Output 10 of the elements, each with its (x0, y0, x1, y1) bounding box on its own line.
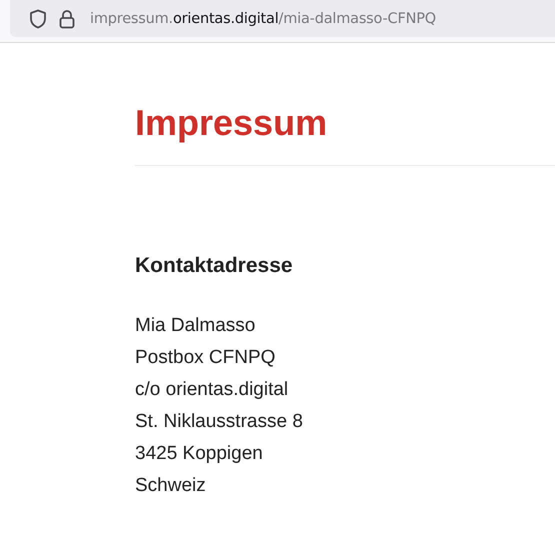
address-line: Postbox CFNPQ (135, 346, 276, 370)
lock-icon[interactable] (59, 8, 75, 28)
address-line: St. Niklausstrasse 8 (135, 410, 304, 434)
section-heading: Kontaktadresse (135, 253, 294, 279)
address-line: Mia Dalmasso (135, 314, 256, 338)
page-title: Impressum (135, 101, 328, 145)
shield-icon[interactable] (29, 8, 47, 28)
address-line: Schweiz (135, 474, 207, 498)
address-line: 3425 Koppigen (135, 442, 264, 466)
address-line: c/o orientas.digital (135, 378, 290, 402)
